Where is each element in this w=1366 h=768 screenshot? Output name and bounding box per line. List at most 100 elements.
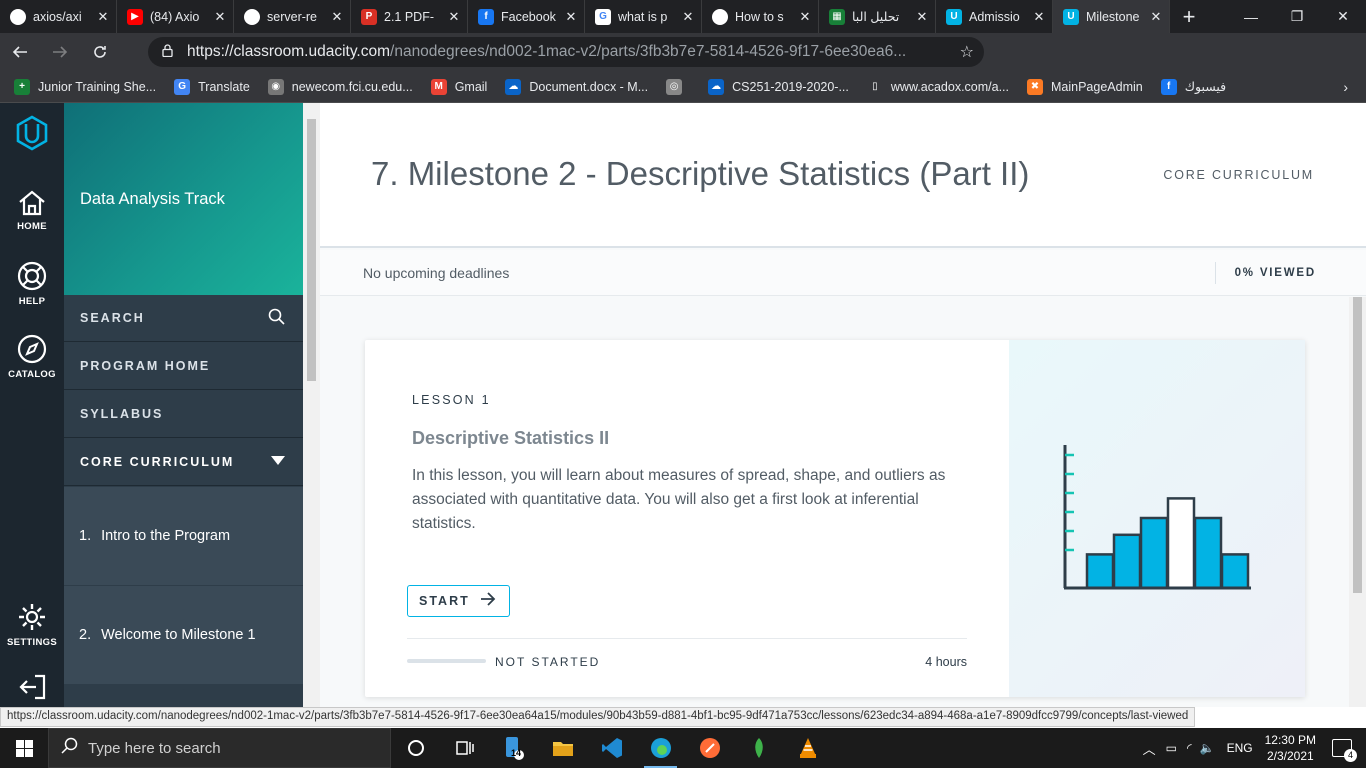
wifi-icon[interactable]: ◜ [1187,741,1192,755]
bookmarks-overflow-chevron-icon[interactable]: › [1343,79,1348,95]
close-tab-icon[interactable]: ✕ [447,9,461,25]
back-button[interactable] [0,33,40,71]
bookmark-label: Gmail [454,79,488,94]
link-status-bar: https://classroom.udacity.com/nanodegree… [0,707,1196,727]
start-button[interactable]: START [407,585,510,617]
refresh-button[interactable] [80,33,120,71]
close-tab-icon[interactable]: ✕ [798,9,812,25]
close-tab-icon[interactable]: ✕ [915,9,929,25]
logout-icon [19,674,46,700]
browser-tab[interactable]: ▶ (84) Axio ✕ [117,0,234,33]
browser-tab[interactable]: Gwhat is p ✕ [585,0,702,33]
sidebar-lesson-item[interactable]: 2. Welcome to Milestone 1 [64,586,303,685]
browser-tab[interactable]: U Admissio ✕ [936,0,1053,33]
onedrive-icon: ☁ [708,78,725,95]
sidebar-program-home[interactable]: PROGRAM HOME [64,343,303,390]
deadlines-text: No upcoming deadlines [363,265,510,281]
input-language[interactable]: ENG [1227,741,1253,755]
bookmark-item[interactable]: ✖ MainPageAdmin [1027,78,1143,95]
browser-tab-title: How to s [735,9,784,24]
viewed-percent: 0% VIEWED [1234,267,1316,279]
favorite-star-icon[interactable]: ☆ [960,42,974,62]
rail-logout[interactable] [0,673,64,705]
forward-button[interactable] [40,33,80,71]
tray-chevron-up-icon[interactable]: ︿ [1143,739,1156,758]
bookmark-label: CS251-2019-2020-... [732,79,849,94]
bookmark-label: Junior Training She... [38,79,157,94]
bookmark-item[interactable]: f فيسبوك [1160,78,1226,95]
bookmark-item[interactable]: ☁ Document.docx - M... [505,78,648,95]
cortana-icon[interactable] [391,728,440,768]
bookmark-item[interactable]: ▯ www.acadox.com/a... [866,78,1009,95]
minimize-button[interactable]: — [1228,0,1274,33]
bookmark-item[interactable]: ◉ newecom.fci.cu.edu... [267,78,413,95]
rail-catalog-label: CATALOG [8,369,56,380]
robomongo-icon[interactable] [734,728,783,768]
vscode-icon[interactable] [587,728,636,768]
notifications-count: 4 [1344,749,1357,762]
browser-tab[interactable]: How to s ✕ [702,0,819,33]
sidebar-lesson-item[interactable]: 1. Intro to the Program [64,487,303,586]
taskbar-app-phone-icon[interactable]: 14 [489,728,538,768]
browser-tab-title: axios/axi [33,9,82,24]
restore-button[interactable]: ❐ [1274,0,1320,33]
rail-settings[interactable]: SETTINGS [0,601,64,648]
sidebar-syllabus-label: SYLLABUS [80,407,164,421]
file-explorer-icon[interactable] [538,728,587,768]
sidebar-program-home-label: PROGRAM HOME [80,359,211,373]
close-window-button[interactable]: ✕ [1320,0,1366,33]
bookmark-item[interactable]: M Gmail [430,78,488,95]
rail-help[interactable]: HELP [0,260,64,307]
sidebar-search[interactable]: SEARCH [64,295,303,342]
close-tab-icon[interactable]: ✕ [96,9,110,25]
browser-tab[interactable]: axios/axi ✕ [0,0,117,33]
main-scrollbar[interactable] [1349,297,1366,707]
close-tab-icon[interactable]: ✕ [213,9,227,25]
close-tab-icon[interactable]: ✕ [1149,9,1163,25]
close-tab-icon[interactable]: ✕ [330,9,344,25]
url-bar[interactable]: https://classroom.udacity.com/nanodegree… [148,37,984,67]
bookmark-item[interactable]: + Junior Training She... [14,78,157,95]
browser-tab[interactable]: ▦ تحليل البا ✕ [819,0,936,33]
browser-tab-title: Facebook [501,9,556,24]
bookmarks-bar: + Junior Training She... G Translate ◉ neweco… [0,71,1366,103]
sidebar-scrollbar[interactable] [303,103,320,707]
task-view-icon[interactable] [440,728,489,768]
rail-catalog[interactable]: CATALOG [0,333,64,380]
sidebar-syllabus[interactable]: SYLLABUS [64,391,303,438]
start-menu-button[interactable] [0,728,48,768]
close-tab-icon[interactable]: ✕ [1032,9,1046,25]
edge-icon[interactable] [636,728,685,768]
browser-tab[interactable]: server-re ✕ [234,0,351,33]
histogram-bar [1085,553,1115,590]
browser-tab[interactable]: f Facebook ✕ [468,0,585,33]
udacity-logo[interactable] [0,115,64,155]
vlc-icon[interactable] [783,728,832,768]
lesson-number: 2. [79,627,92,643]
postman-icon[interactable] [685,728,734,768]
address-toolbar: https://classroom.udacity.com/nanodegree… [0,33,1366,95]
xampp-icon: ✖ [1027,78,1043,95]
udacity-icon: U [946,8,962,25]
bookmark-item[interactable]: G Translate [174,78,250,95]
rail-home[interactable]: HOME [0,189,64,232]
sheets-plus-icon: + [14,78,30,95]
browser-tab[interactable]: U Milestone ✕ [1053,0,1170,33]
close-tab-icon[interactable]: ✕ [681,9,695,25]
sidebar-scroll-thumb[interactable] [307,119,316,381]
new-tab-button[interactable]: + [1170,0,1208,33]
close-tab-icon[interactable]: ✕ [564,9,578,25]
histogram-illustration [1063,445,1251,590]
main-scroll-thumb[interactable] [1353,297,1362,593]
volume-icon[interactable]: 🔈 [1200,741,1215,755]
sidebar-search-label: SEARCH [80,311,145,325]
system-clock[interactable]: 12:30 PM 2/3/2021 [1265,732,1316,764]
battery-icon[interactable]: ▭ [1166,741,1177,755]
search-icon [268,308,285,328]
sidebar-core-curriculum[interactable]: CORE CURRICULUM [64,439,303,486]
bookmark-item[interactable]: ☁ CS251-2019-2020-... [708,78,849,95]
notifications-icon[interactable]: 4 [1332,739,1357,762]
browser-tab[interactable]: P 2.1 PDF- ✕ [351,0,468,33]
bookmark-item[interactable]: ◎ [666,78,690,95]
taskbar-search[interactable]: Type here to search [48,728,391,768]
